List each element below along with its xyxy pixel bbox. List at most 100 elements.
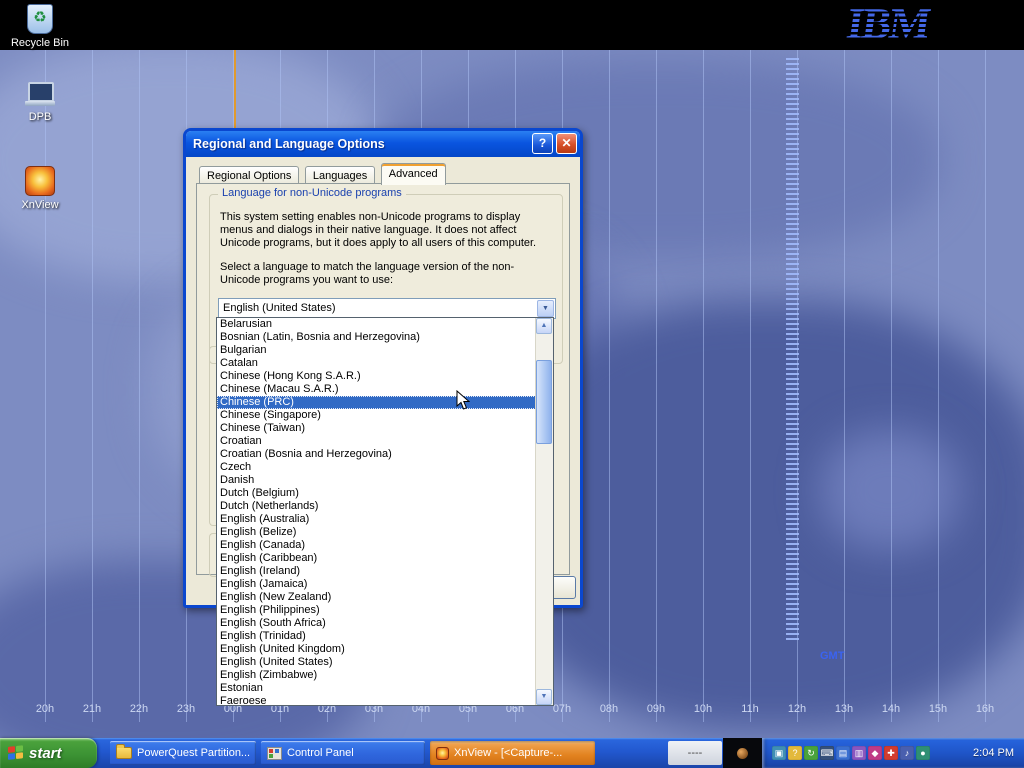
laptop-icon: [25, 82, 55, 108]
timezone-line: [844, 50, 845, 722]
language-list-item[interactable]: Bulgarian: [217, 344, 536, 357]
desktop-icon-recycle-bin[interactable]: ♻ Recycle Bin: [8, 4, 72, 49]
language-list-item[interactable]: English (Ireland): [217, 565, 536, 578]
keyboard-icon[interactable]: ⌨: [820, 746, 834, 760]
language-list-item[interactable]: English (Trinidad): [217, 630, 536, 643]
timezone-line: [609, 50, 610, 722]
ibm-logo: IBM: [843, 0, 932, 49]
graphics-icon[interactable]: ◆: [868, 746, 882, 760]
language-list-item[interactable]: Chinese (Macau S.A.R.): [217, 383, 536, 396]
language-list-item[interactable]: English (United Kingdom): [217, 643, 536, 656]
display-settings-icon[interactable]: ▣: [772, 746, 786, 760]
hour-label: 11h: [735, 703, 765, 715]
taskbar-button-xnview[interactable]: XnView - [<Capture-...: [430, 741, 595, 765]
dialog-titlebar[interactable]: Regional and Language Options ? ✕: [186, 131, 580, 157]
language-list: BelarusianBosnian (Latin, Bosnia and Her…: [217, 318, 536, 705]
taskbar-button-dashes[interactable]: ----: [668, 741, 722, 765]
language-list-item[interactable]: Bosnian (Latin, Bosnia and Herzegovina): [217, 331, 536, 344]
gmt-hatch-band: [786, 58, 799, 643]
tab-strip: Regional Options Languages Advanced: [199, 163, 447, 184]
language-list-item[interactable]: Croatian: [217, 435, 536, 448]
chevron-down-icon[interactable]: ▼: [537, 300, 554, 317]
language-list-item[interactable]: Estonian: [217, 682, 536, 695]
timezone-line: [938, 50, 939, 722]
scheduler-icon[interactable]: ●: [916, 746, 930, 760]
desktop-icon-dpb[interactable]: DPB: [8, 82, 72, 123]
taskbar-button-powerquest[interactable]: PowerQuest Partition...: [110, 741, 256, 765]
timezone-line: [750, 50, 751, 722]
taskbar-button-label: XnView - [<Capture-...: [454, 747, 562, 759]
hour-label: 13h: [829, 703, 859, 715]
language-list-item[interactable]: Dutch (Netherlands): [217, 500, 536, 513]
language-list-item[interactable]: Danish: [217, 474, 536, 487]
antivirus-icon[interactable]: ✚: [884, 746, 898, 760]
scroll-down-icon[interactable]: ▼: [536, 689, 552, 705]
tray-icons: ▣?↻⌨▤▥◆✚♪●: [772, 746, 932, 760]
desktop-icon-label: Recycle Bin: [11, 37, 69, 49]
timezone-line: [656, 50, 657, 722]
language-list-item[interactable]: Czech: [217, 461, 536, 474]
language-list-item[interactable]: Dutch (Belgium): [217, 487, 536, 500]
close-button[interactable]: ✕: [556, 133, 577, 154]
hour-label: 23h: [171, 703, 201, 715]
hour-label: 21h: [77, 703, 107, 715]
desktop-icon-xnview[interactable]: XnView: [8, 166, 72, 211]
language-list-item[interactable]: Chinese (Hong Kong S.A.R.): [217, 370, 536, 383]
timezone-line: [45, 50, 46, 722]
gmt-label: GMT: [820, 650, 844, 662]
timezone-line: [985, 50, 986, 722]
hour-label: 14h: [876, 703, 906, 715]
language-list-item[interactable]: Croatian (Bosnia and Herzegovina): [217, 448, 536, 461]
combobox-value: English (United States): [223, 302, 336, 314]
hour-label: 12h: [782, 703, 812, 715]
language-list-item[interactable]: English (Australia): [217, 513, 536, 526]
volume-icon[interactable]: ♪: [900, 746, 914, 760]
help-button[interactable]: ?: [532, 133, 553, 154]
language-list-item[interactable]: Chinese (Taiwan): [217, 422, 536, 435]
language-list-item[interactable]: Catalan: [217, 357, 536, 370]
unknown-toolbar-icon[interactable]: [737, 748, 748, 759]
language-list-item[interactable]: English (Caribbean): [217, 552, 536, 565]
control-panel-icon: [267, 747, 282, 760]
desktop: 20h21h22h23h00h01h02h03h04h05h06h07h08h0…: [0, 0, 1024, 768]
mouse-cursor: [456, 390, 470, 411]
taskbar-button-control-panel[interactable]: Control Panel: [261, 741, 425, 765]
language-list-item[interactable]: Chinese (PRC): [217, 396, 536, 409]
language-list-item[interactable]: Chinese (Singapore): [217, 409, 536, 422]
language-list-item[interactable]: Belarusian: [217, 318, 536, 331]
taskbar-clock[interactable]: 2:04 PM: [973, 747, 1024, 759]
language-combobox[interactable]: English (United States) ▼: [218, 298, 556, 319]
network-icon[interactable]: ▤: [836, 746, 850, 760]
scrollbar-thumb[interactable]: [536, 360, 552, 444]
language-list-item[interactable]: English (South Africa): [217, 617, 536, 630]
update-icon[interactable]: ↻: [804, 746, 818, 760]
group-description: This system setting enables non-Unicode …: [220, 211, 552, 250]
language-list-item[interactable]: English (Philippines): [217, 604, 536, 617]
language-list-item[interactable]: English (Jamaica): [217, 578, 536, 591]
dropdown-scrollbar[interactable]: ▲ ▼: [535, 318, 553, 705]
xnview-icon: [25, 166, 55, 196]
desktop-icon-label: DPB: [29, 111, 52, 123]
hour-label: 20h: [30, 703, 60, 715]
recycle-bin-icon: ♻: [27, 4, 53, 34]
start-button[interactable]: start: [0, 738, 97, 768]
timezone-line: [891, 50, 892, 722]
tab-advanced[interactable]: Advanced: [381, 163, 446, 185]
language-list-item[interactable]: English (Zimbabwe): [217, 669, 536, 682]
language-list-item[interactable]: English (New Zealand): [217, 591, 536, 604]
group-instruction: Select a language to match the language …: [220, 261, 552, 287]
scroll-up-icon[interactable]: ▲: [536, 318, 552, 334]
hour-label: 08h: [594, 703, 624, 715]
partition-icon[interactable]: ▥: [852, 746, 866, 760]
folder-icon: [116, 747, 132, 759]
timezone-line: [139, 50, 140, 722]
language-list-item[interactable]: English (Canada): [217, 539, 536, 552]
language-list-item[interactable]: English (United States): [217, 656, 536, 669]
language-list-item[interactable]: Faeroese: [217, 695, 536, 705]
windows-flag-icon: [8, 745, 24, 761]
map-shape: [820, 430, 960, 550]
help-status-icon[interactable]: ?: [788, 746, 802, 760]
taskbar-button-label: Control Panel: [287, 747, 354, 759]
desktop-icon-label: XnView: [21, 199, 58, 211]
language-list-item[interactable]: English (Belize): [217, 526, 536, 539]
